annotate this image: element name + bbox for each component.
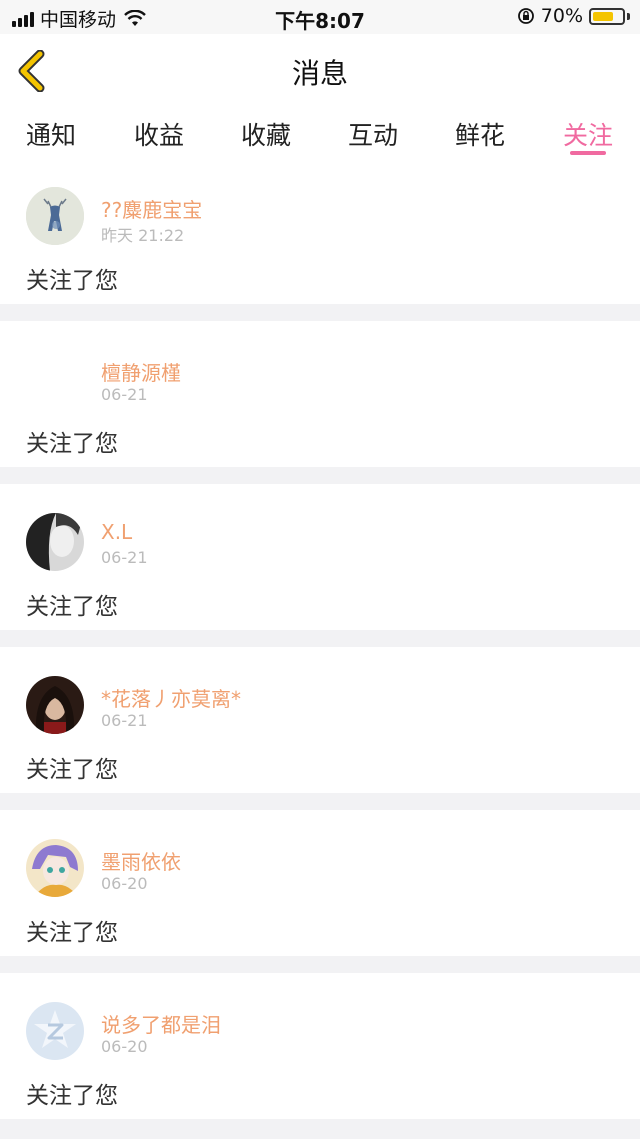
tab-follows[interactable]: 关注 [543, 116, 633, 152]
username[interactable]: ??麋鹿宝宝 [101, 194, 202, 223]
tab-notifications[interactable]: 通知 [6, 116, 96, 152]
message-text: 关注了您 [26, 920, 118, 946]
username[interactable]: 檀静源槿 [101, 357, 181, 386]
deer-avatar-icon [26, 187, 84, 245]
battery-tip [627, 12, 630, 20]
default-avatar-icon [26, 1002, 84, 1060]
page-title: 消息 [291, 57, 348, 90]
avatar[interactable] [26, 513, 84, 571]
tab-interactions[interactable]: 互动 [328, 116, 418, 152]
tab-earnings[interactable]: 收益 [114, 116, 204, 152]
username[interactable]: X.L [101, 520, 132, 544]
navigation-bar: 消息 [0, 34, 640, 109]
message-time: 06-21 [101, 548, 148, 567]
list-item[interactable]: ??麋鹿宝宝 昨天 21:22 关注了您 [0, 158, 640, 304]
orientation-lock-icon [517, 8, 534, 24]
message-text: 关注了您 [26, 757, 118, 783]
message-time: 06-21 [101, 711, 148, 730]
portrait-avatar-icon [26, 513, 84, 571]
status-right: 70% [517, 5, 630, 27]
list-item[interactable]: 墨雨依依 06-20 关注了您 [0, 810, 640, 956]
status-bar: 中国移动 下午8:07 70% [0, 0, 640, 34]
tab-favorites[interactable]: 收藏 [221, 116, 311, 152]
message-time: 06-20 [101, 1037, 148, 1056]
username[interactable]: *花落丿亦莫离* [101, 683, 241, 712]
battery-icon [589, 7, 625, 25]
message-text: 关注了您 [26, 1083, 118, 1109]
message-text: 关注了您 [26, 268, 118, 294]
message-text: 关注了您 [26, 594, 118, 620]
list-item[interactable]: 檀静源槿 06-21 关注了您 [0, 321, 640, 467]
anime-avatar-icon [26, 839, 84, 897]
avatar[interactable] [26, 1002, 84, 1060]
list-item[interactable]: X.L 06-21 关注了您 [0, 484, 640, 630]
message-time: 06-20 [101, 874, 148, 893]
tab-bar: 通知 收益 收藏 互动 鲜花 关注 [0, 108, 640, 158]
message-time: 昨天 21:22 [101, 226, 185, 245]
list-item[interactable]: *花落丿亦莫离* 06-21 关注了您 [0, 647, 640, 793]
avatar[interactable] [26, 187, 84, 245]
active-tab-indicator [570, 151, 606, 155]
girl-avatar-icon [26, 676, 84, 734]
battery-fill [593, 11, 613, 21]
message-time: 06-21 [101, 385, 148, 404]
message-list: ??麋鹿宝宝 昨天 21:22 关注了您 檀静源槿 06-21 关注了您 X.L… [0, 158, 640, 1136]
battery-percent: 70% [540, 5, 583, 27]
list-item[interactable]: 说多了都是泪 06-20 关注了您 [0, 973, 640, 1119]
username[interactable]: 说多了都是泪 [101, 1009, 221, 1038]
tab-flowers[interactable]: 鲜花 [435, 116, 525, 152]
message-text: 关注了您 [26, 431, 118, 457]
avatar[interactable] [26, 676, 84, 734]
avatar[interactable] [26, 350, 84, 408]
username[interactable]: 墨雨依依 [101, 846, 181, 875]
avatar[interactable] [26, 839, 84, 897]
